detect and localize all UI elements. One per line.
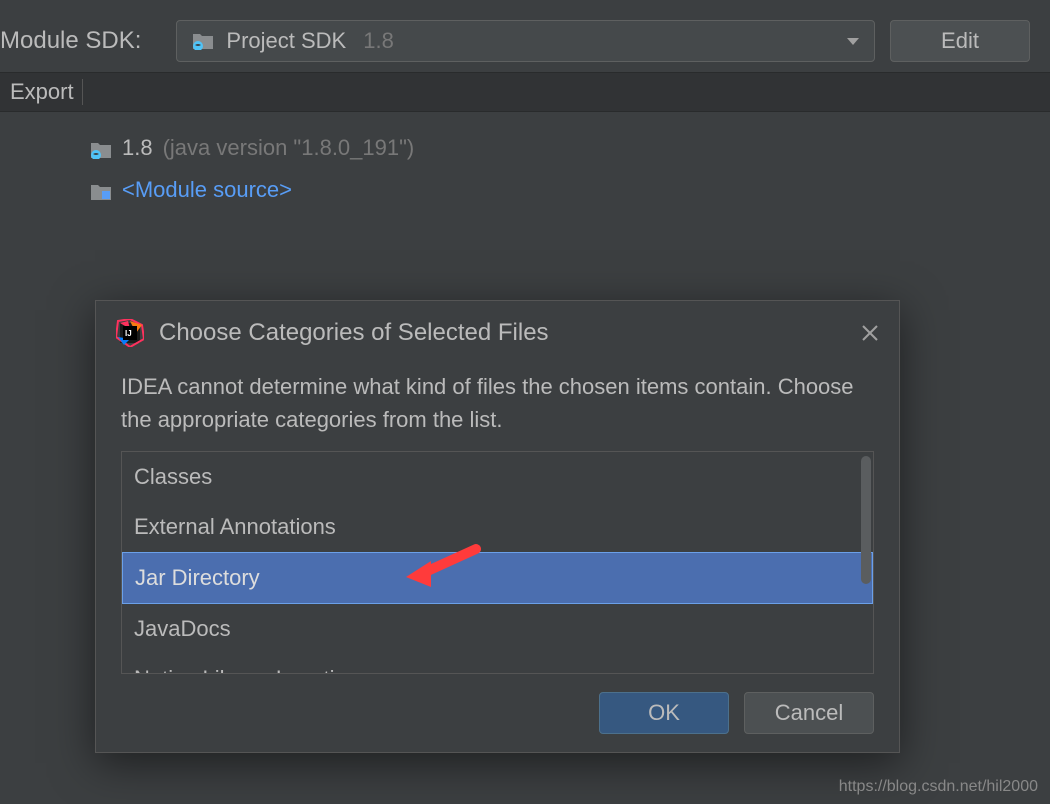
choose-categories-dialog: IJ Choose Categories of Selected Files I… xyxy=(95,300,900,753)
module-sdk-dropdown[interactable]: Project SDK 1.8 xyxy=(176,20,875,62)
category-classes[interactable]: Classes xyxy=(122,452,873,502)
idea-app-icon: IJ xyxy=(116,319,144,347)
scrollbar[interactable] xyxy=(861,456,871,584)
category-javadocs[interactable]: JavaDocs xyxy=(122,604,873,654)
module-source-folder-icon xyxy=(90,181,112,199)
export-header: Export xyxy=(0,72,1050,112)
ok-button[interactable]: OK xyxy=(599,692,729,734)
close-icon[interactable] xyxy=(861,324,879,342)
jdk-entry[interactable]: 1.8 (java version "1.8.0_191") xyxy=(90,127,1030,169)
edit-button[interactable]: Edit xyxy=(890,20,1030,62)
dialog-title: Choose Categories of Selected Files xyxy=(159,319,846,347)
module-source-entry[interactable]: <Module source> xyxy=(90,169,1030,211)
svg-text:IJ: IJ xyxy=(125,329,132,338)
sdk-folder-icon xyxy=(192,32,214,50)
cancel-button[interactable]: Cancel xyxy=(744,692,874,734)
dialog-message: IDEA cannot determine what kind of files… xyxy=(96,365,899,451)
watermark: https://blog.csdn.net/hil2000 xyxy=(839,778,1038,796)
jdk-label: 1.8 xyxy=(122,135,153,161)
category-jar-directory[interactable]: Jar Directory xyxy=(122,552,873,604)
chevron-down-icon xyxy=(847,38,859,45)
module-sdk-label: Module SDK: xyxy=(0,27,141,55)
module-source-label: <Module source> xyxy=(122,177,292,203)
jdk-detail: (java version "1.8.0_191") xyxy=(163,135,415,161)
sdk-version-text: 1.8 xyxy=(363,28,394,54)
export-label: Export xyxy=(10,79,83,105)
category-external-annotations[interactable]: External Annotations xyxy=(122,502,873,552)
sdk-selected-text: Project SDK xyxy=(226,28,346,54)
category-native-library-location[interactable]: Native Library Location xyxy=(122,654,873,674)
jdk-folder-icon xyxy=(90,139,112,157)
category-list: Classes External Annotations Jar Directo… xyxy=(121,451,874,674)
